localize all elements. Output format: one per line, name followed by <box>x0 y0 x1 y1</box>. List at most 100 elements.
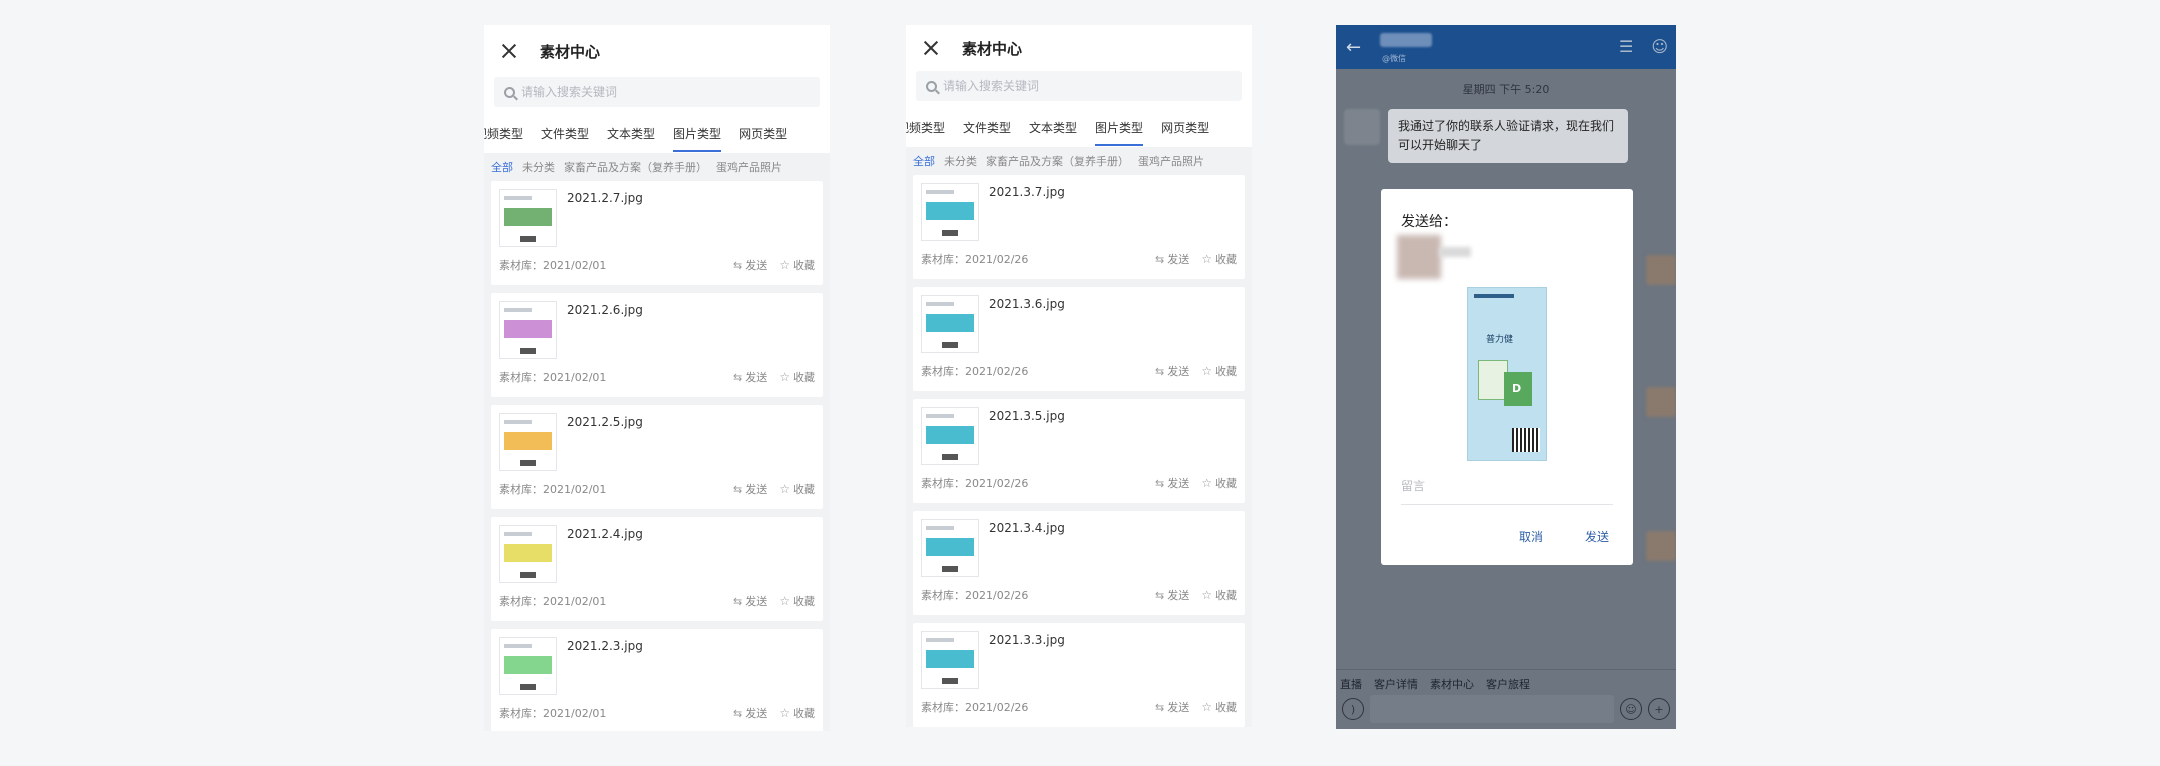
star-icon: ☆ <box>779 258 790 272</box>
send-button[interactable]: ⇆ 发送 <box>733 481 767 497</box>
tab-0[interactable]: 视频类型 <box>484 125 532 142</box>
contact-subtitle: @微信 <box>1382 54 1406 63</box>
favorite-button[interactable]: ☆ 收藏 <box>1201 699 1237 715</box>
favorite-label: 收藏 <box>793 595 815 608</box>
voice-icon[interactable]: ) <box>1342 698 1364 720</box>
list-item[interactable]: 2021.3.7.jpg 素材库：2021/02/26 ⇆ 发送 ☆ 收藏 <box>913 175 1245 279</box>
send-button[interactable]: ⇆ 发送 <box>1155 587 1189 603</box>
send-button[interactable]: ⇆ 发送 <box>733 369 767 385</box>
material-list: 2021.2.7.jpg 素材库：2021/02/01 ⇆ 发送 ☆ 收藏 2021.2.6… <box>484 181 830 731</box>
list-item[interactable]: 2021.3.6.jpg 素材库：2021/02/26 ⇆ 发送 ☆ 收藏 <box>913 287 1245 391</box>
favorite-button[interactable]: ☆ 收藏 <box>1201 475 1237 491</box>
search-input[interactable] <box>943 79 1203 93</box>
menu-list-icon[interactable]: ☰ <box>1619 37 1633 56</box>
favorite-button[interactable]: ☆ 收藏 <box>1201 251 1237 267</box>
top-bar: 素材中心 <box>484 25 830 77</box>
send-label: 发送 <box>745 371 768 384</box>
list-item[interactable]: 2021.2.5.jpg 素材库：2021/02/01 ⇆ 发送 ☆ 收藏 <box>491 405 823 509</box>
favorite-button[interactable]: ☆ 收藏 <box>779 369 815 385</box>
favorite-button[interactable]: ☆ 收藏 <box>1201 363 1237 379</box>
emoji-icon[interactable]: ☺ <box>1620 698 1642 720</box>
library-date: 素材库：2021/02/26 <box>921 365 1029 378</box>
favorite-button[interactable]: ☆ 收藏 <box>779 257 815 273</box>
list-item[interactable]: 2021.3.4.jpg 素材库：2021/02/26 ⇆ 发送 ☆ 收藏 <box>913 511 1245 615</box>
star-icon: ☆ <box>1201 476 1212 490</box>
send-icon: ⇆ <box>1155 252 1165 266</box>
search-bar <box>906 71 1252 107</box>
tab-2[interactable]: 文本类型 <box>598 125 664 142</box>
category-tab-0[interactable]: 全部 <box>913 153 935 169</box>
avatar[interactable] <box>1344 109 1380 145</box>
library-date: 素材库：2021/02/26 <box>921 701 1029 714</box>
toolbar-item-1[interactable]: 客户详情 <box>1374 676 1418 692</box>
file-name: 2021.2.7.jpg <box>567 191 643 205</box>
category-tab-1[interactable]: 未分类 <box>944 153 977 169</box>
tab-3[interactable]: 图片类型 <box>664 125 730 152</box>
send-button[interactable]: ⇆ 发送 <box>1155 363 1189 379</box>
list-item[interactable]: 2021.3.3.jpg 素材库：2021/02/26 ⇆ 发送 ☆ 收藏 <box>913 623 1245 727</box>
poster-heading: 普力健 <box>1486 335 1514 345</box>
send-button[interactable]: 发送 <box>1585 528 1609 545</box>
tab-4[interactable]: 网页类型 <box>730 125 796 142</box>
message-bubble: 我通过了你的联系人验证请求，现在我们可以开始聊天了 <box>1388 109 1628 163</box>
tab-1[interactable]: 文件类型 <box>954 119 1020 136</box>
library-date: 素材库：2021/02/26 <box>921 253 1029 266</box>
favorite-button[interactable]: ☆ 收藏 <box>779 481 815 497</box>
star-icon: ☆ <box>779 482 790 496</box>
category-tab-0[interactable]: 全部 <box>491 159 513 175</box>
send-button[interactable]: ⇆ 发送 <box>1155 475 1189 491</box>
material-list: 2021.3.7.jpg 素材库：2021/02/26 ⇆ 发送 ☆ 收藏 2021.3.6… <box>906 175 1252 727</box>
plus-icon[interactable]: + <box>1648 698 1670 720</box>
chat-input[interactable] <box>1370 695 1614 723</box>
search-input[interactable] <box>521 85 781 99</box>
list-item[interactable]: 2021.2.3.jpg 素材库：2021/02/01 ⇆ 发送 ☆ 收藏 <box>491 629 823 731</box>
cancel-button[interactable]: 取消 <box>1519 528 1543 545</box>
list-item[interactable]: 2021.2.4.jpg 素材库：2021/02/01 ⇆ 发送 ☆ 收藏 <box>491 517 823 621</box>
tab-0[interactable]: 视频类型 <box>906 119 954 136</box>
page-title: 素材中心 <box>540 42 601 61</box>
item-actions: ⇆ 发送 ☆ 收藏 <box>733 369 815 385</box>
toolbar-item-0[interactable]: 直播 <box>1340 676 1362 692</box>
message-field[interactable] <box>1401 479 1613 493</box>
file-name: 2021.3.4.jpg <box>989 521 1065 535</box>
top-bar: 素材中心 <box>906 25 1252 71</box>
star-icon: ☆ <box>779 706 790 720</box>
send-button[interactable]: ⇆ 发送 <box>733 593 767 609</box>
favorite-button[interactable]: ☆ 收藏 <box>1201 587 1237 603</box>
contact-profile-icon[interactable]: ☺ <box>1651 37 1668 56</box>
list-item[interactable]: 2021.3.5.jpg 素材库：2021/02/26 ⇆ 发送 ☆ 收藏 <box>913 399 1245 503</box>
star-icon: ☆ <box>1201 252 1212 266</box>
image-thumbnail <box>499 525 557 583</box>
tab-2[interactable]: 文本类型 <box>1020 119 1086 136</box>
library-date: 素材库：2021/02/01 <box>499 371 607 384</box>
image-thumbnail <box>921 407 979 465</box>
send-button[interactable]: ⇆ 发送 <box>1155 699 1189 715</box>
toolbar-item-3[interactable]: 客户旅程 <box>1486 676 1530 692</box>
file-name: 2021.2.3.jpg <box>567 639 643 653</box>
category-tab-1[interactable]: 未分类 <box>522 159 555 175</box>
library-date: 素材库：2021/02/26 <box>921 589 1029 602</box>
send-dialog: 发送给： 普力健 取消 发送 <box>1381 189 1633 565</box>
close-icon[interactable] <box>496 37 524 65</box>
chat-screen: ← @微信 ☰ ☺ 星期四 下午 5:20 我通过了你的联系人验证请求，现在我们… <box>1336 25 1676 729</box>
category-tab-3[interactable]: 蛋鸡产品照片 <box>716 159 782 175</box>
tab-1[interactable]: 文件类型 <box>532 125 598 142</box>
close-icon[interactable] <box>918 34 946 62</box>
send-button[interactable]: ⇆ 发送 <box>733 705 767 721</box>
tab-4[interactable]: 网页类型 <box>1152 119 1218 136</box>
toolbar-item-2[interactable]: 素材中心 <box>1430 676 1474 692</box>
send-button[interactable]: ⇆ 发送 <box>733 257 767 273</box>
tab-3[interactable]: 图片类型 <box>1086 119 1152 146</box>
back-arrow-icon[interactable]: ← <box>1346 37 1361 58</box>
favorite-button[interactable]: ☆ 收藏 <box>779 705 815 721</box>
category-tab-2[interactable]: 家畜产品及方案（复养手册） <box>986 153 1129 169</box>
list-item[interactable]: 2021.2.7.jpg 素材库：2021/02/01 ⇆ 发送 ☆ 收藏 <box>491 181 823 285</box>
list-item[interactable]: 2021.2.6.jpg 素材库：2021/02/01 ⇆ 发送 ☆ 收藏 <box>491 293 823 397</box>
send-button[interactable]: ⇆ 发送 <box>1155 251 1189 267</box>
favorite-button[interactable]: ☆ 收藏 <box>779 593 815 609</box>
category-tab-2[interactable]: 家畜产品及方案（复养手册） <box>564 159 707 175</box>
star-icon: ☆ <box>779 370 790 384</box>
category-tab-3[interactable]: 蛋鸡产品照片 <box>1138 153 1204 169</box>
item-actions: ⇆ 发送 ☆ 收藏 <box>733 705 815 721</box>
search-bar <box>484 77 830 113</box>
